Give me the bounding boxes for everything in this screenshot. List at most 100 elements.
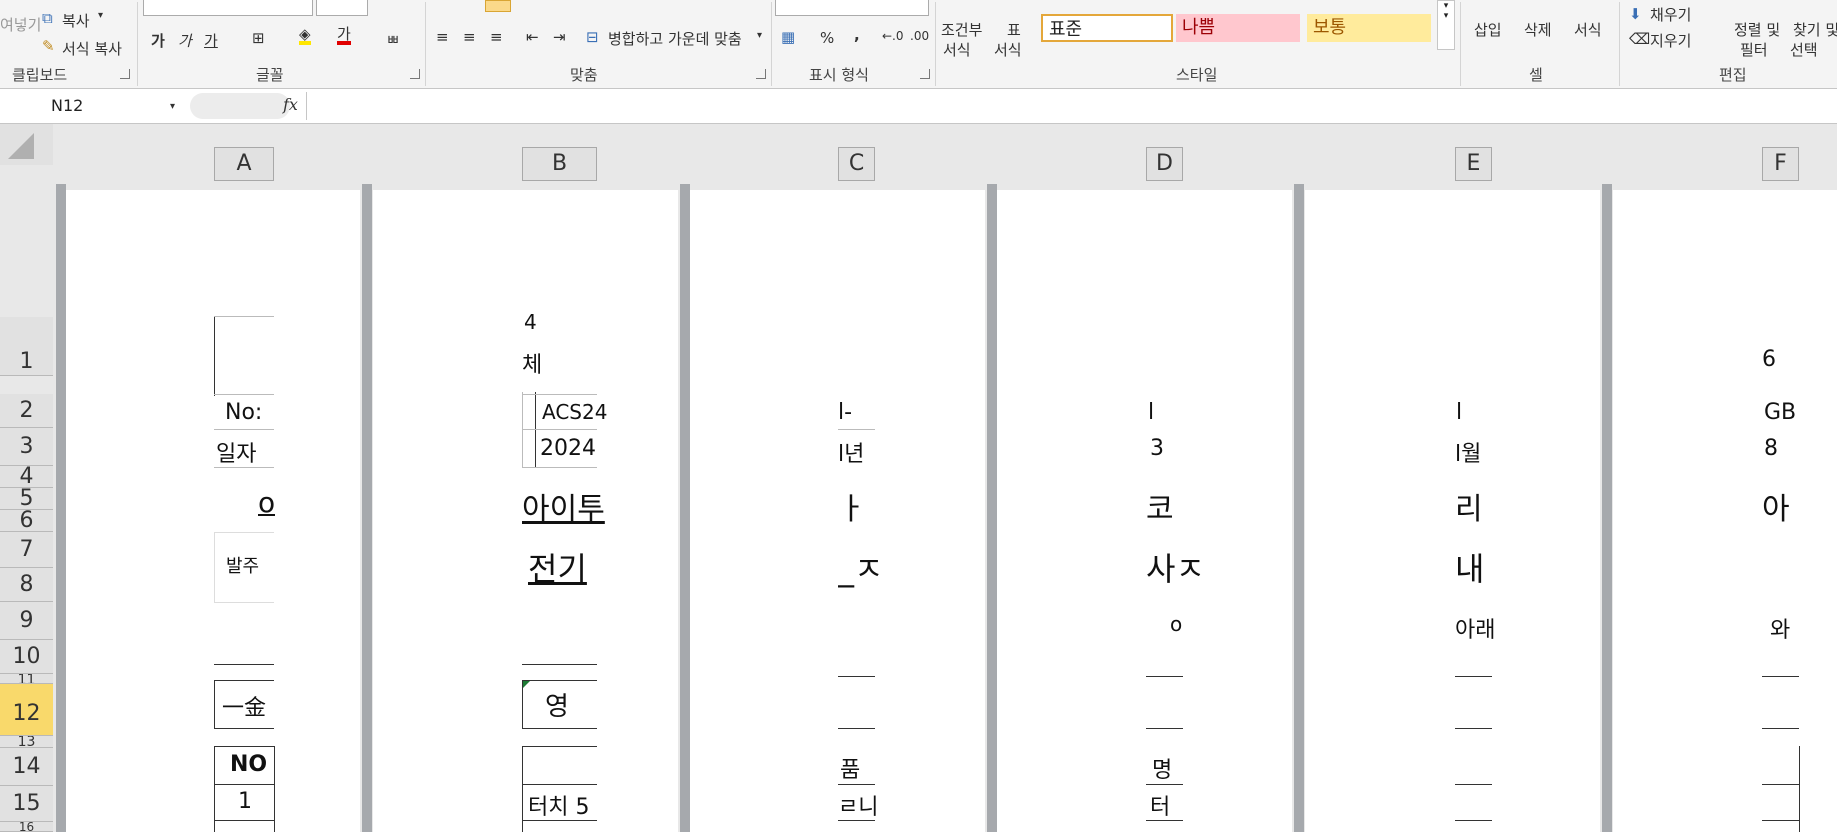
column-header-e[interactable]: E bbox=[1455, 147, 1492, 181]
column-header-c[interactable]: C bbox=[838, 147, 875, 181]
style-neutral[interactable]: 보통 bbox=[1307, 14, 1431, 42]
row-header-14[interactable]: 14 bbox=[0, 748, 53, 786]
styles-scroll[interactable]: ▾ ▾ bbox=[1437, 0, 1455, 50]
row-header-2[interactable]: 2 bbox=[0, 394, 53, 428]
column-header-b[interactable]: B bbox=[522, 147, 597, 181]
column-header-d[interactable]: D bbox=[1146, 147, 1183, 181]
cell-b12[interactable]: 영 bbox=[545, 686, 569, 723]
underline-button[interactable]: 가 bbox=[204, 30, 218, 51]
row-header-3[interactable]: 3 bbox=[0, 428, 53, 466]
cell-b15[interactable]: 터치 5 bbox=[528, 789, 589, 821]
cell-a5[interactable]: o bbox=[258, 486, 275, 519]
clear-button[interactable]: 지우기 bbox=[1650, 30, 1691, 51]
clipboard-dialog-launcher[interactable] bbox=[120, 69, 130, 79]
style-bad[interactable]: 나쁨 bbox=[1176, 14, 1300, 42]
row-header-7[interactable]: 7 bbox=[0, 532, 53, 568]
row-header-9[interactable]: 9 bbox=[0, 602, 53, 640]
row-header-12[interactable]: 12 bbox=[0, 684, 53, 736]
cell-d14[interactable]: 명 bbox=[1152, 752, 1172, 784]
find-select-button[interactable]: 찾기 및 bbox=[1793, 19, 1837, 40]
cell-c5[interactable]: ㅏ bbox=[838, 484, 866, 528]
format-as-table-button[interactable]: 표 bbox=[1007, 19, 1021, 40]
cell-d15[interactable]: 터 bbox=[1150, 789, 1170, 821]
name-box[interactable]: N12 bbox=[0, 95, 184, 117]
row-header-16[interactable]: 16 bbox=[0, 822, 53, 832]
cell-e3[interactable]: l월 bbox=[1455, 436, 1481, 468]
cell-e10[interactable]: 아래 bbox=[1455, 612, 1495, 644]
borders-icon[interactable]: ⊞ bbox=[252, 29, 265, 47]
decrease-decimal-icon[interactable]: .00 bbox=[910, 29, 929, 43]
row-header-5[interactable]: 5 bbox=[0, 488, 53, 510]
row-header-4[interactable]: 4 bbox=[0, 466, 53, 488]
phonetic-icon[interactable]: ㅃ bbox=[386, 29, 400, 50]
align-center-icon[interactable]: ≡ bbox=[463, 28, 476, 46]
cell-b1[interactable]: 4 bbox=[524, 310, 537, 334]
number-format-dropdown[interactable] bbox=[775, 0, 929, 16]
cell-c2[interactable]: l- bbox=[838, 400, 852, 425]
decrease-indent-icon[interactable]: ⇤ bbox=[526, 28, 539, 46]
cell-b3[interactable]: 2024 bbox=[540, 436, 596, 461]
cell-e5[interactable]: 리 bbox=[1455, 484, 1483, 528]
sort-filter-button[interactable]: 정렬 및 bbox=[1734, 19, 1780, 40]
cell-f1[interactable]: 6 bbox=[1762, 347, 1776, 372]
alignment-dialog-launcher[interactable] bbox=[756, 69, 766, 79]
bold-button[interactable]: 가 bbox=[151, 30, 165, 51]
cell-e8[interactable]: 내 bbox=[1455, 544, 1484, 590]
merge-center-button[interactable]: 병합하고 가운데 맞춤 bbox=[608, 28, 742, 49]
increase-decimal-icon[interactable]: ←.0 bbox=[882, 29, 904, 43]
format-painter-button[interactable]: 서식 복사 bbox=[62, 38, 122, 59]
percent-button[interactable]: % bbox=[820, 29, 834, 47]
align-left-icon[interactable]: ≡ bbox=[436, 28, 449, 46]
cell-f2[interactable]: GB bbox=[1764, 400, 1796, 425]
row-header-11[interactable]: 11 bbox=[0, 674, 53, 684]
cell-d2[interactable]: l bbox=[1148, 400, 1154, 425]
formula-bar-handle[interactable] bbox=[190, 93, 290, 119]
cell-d5[interactable]: 코 bbox=[1146, 484, 1174, 528]
row-header-13[interactable]: 13 bbox=[0, 736, 53, 748]
increase-indent-icon[interactable]: ⇥ bbox=[553, 28, 566, 46]
chevron-down-icon[interactable]: ▾ bbox=[98, 10, 103, 21]
cell-a15[interactable]: 1 bbox=[238, 789, 252, 814]
chevron-down-icon[interactable]: ▾ bbox=[757, 30, 762, 41]
cell-a14[interactable]: NO bbox=[230, 752, 267, 777]
copy-button[interactable]: 복사 bbox=[62, 10, 90, 31]
cell-b5[interactable]: 아이투 bbox=[522, 484, 605, 528]
formula-input[interactable] bbox=[306, 92, 1837, 120]
cell-d3[interactable]: 3 bbox=[1150, 436, 1164, 461]
font-dialog-launcher[interactable] bbox=[410, 69, 420, 79]
conditional-format-button[interactable]: 조건부 bbox=[941, 19, 982, 40]
row-header-1[interactable]: 1 bbox=[0, 317, 53, 376]
insert-function-button[interactable]: fx bbox=[283, 95, 298, 114]
wrap-text-toggle[interactable] bbox=[485, 0, 511, 12]
chevron-down-icon[interactable]: ▾ bbox=[170, 101, 175, 112]
italic-button[interactable]: 가 bbox=[178, 30, 192, 51]
cell-f10[interactable]: 와 bbox=[1770, 612, 1790, 644]
cell-e2[interactable]: l bbox=[1456, 400, 1462, 425]
row-header-8[interactable]: 8 bbox=[0, 568, 53, 602]
cell-f3[interactable]: 8 bbox=[1764, 436, 1778, 461]
select-all-corner[interactable] bbox=[0, 124, 53, 165]
cell-a7[interactable]: 발주 bbox=[226, 552, 259, 578]
row-header-15[interactable]: 15 bbox=[0, 786, 53, 822]
cell-b2[interactable]: ACS24 bbox=[542, 400, 607, 424]
comma-button[interactable]: , bbox=[854, 26, 860, 44]
format-cells-button[interactable]: 서식 bbox=[1574, 19, 1602, 40]
style-normal[interactable]: 표준 bbox=[1041, 14, 1173, 42]
row-header-6[interactable]: 6 bbox=[0, 510, 53, 532]
align-right-icon[interactable]: ≡ bbox=[490, 28, 503, 46]
font-name-dropdown[interactable] bbox=[143, 0, 313, 16]
cell-a2[interactable]: No: bbox=[225, 400, 262, 425]
fill-button[interactable]: 채우기 bbox=[1650, 4, 1691, 25]
cell-f5[interactable]: 아 bbox=[1762, 484, 1790, 528]
font-size-dropdown[interactable] bbox=[316, 0, 368, 16]
cell-b1-line2[interactable]: 체 bbox=[522, 347, 542, 379]
cell-c14[interactable]: 품 bbox=[840, 752, 860, 784]
accounting-icon[interactable]: ▦ bbox=[781, 28, 795, 46]
number-dialog-launcher[interactable] bbox=[920, 69, 930, 79]
column-header-f[interactable]: F bbox=[1762, 147, 1799, 181]
column-header-a[interactable]: A bbox=[214, 147, 274, 181]
insert-cells-button[interactable]: 삽입 bbox=[1474, 19, 1502, 40]
cell-c8[interactable]: _ㅈ bbox=[838, 544, 883, 590]
delete-cells-button[interactable]: 삭제 bbox=[1524, 19, 1552, 40]
cell-d10[interactable]: o bbox=[1170, 612, 1182, 636]
